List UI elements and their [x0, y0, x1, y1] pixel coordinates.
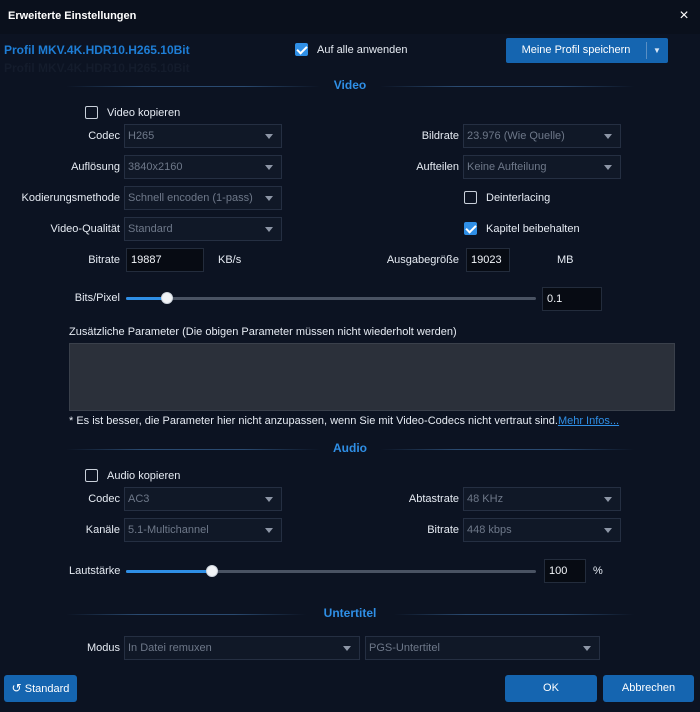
audio-copy-label: Audio kopieren: [107, 470, 181, 482]
output-size-unit: MB: [557, 254, 574, 266]
bits-pixel-slider-track[interactable]: [126, 297, 536, 300]
bits-pixel-slider-handle[interactable]: [161, 292, 173, 304]
subtitle-mode-value: In Datei remuxen: [128, 642, 212, 654]
dropdown-arrow-icon: [583, 646, 591, 651]
volume-label: Lautstärke: [69, 565, 121, 577]
volume-input[interactable]: 100: [544, 559, 586, 583]
video-section-title: Video: [333, 78, 367, 92]
audio-bitrate-label: Bitrate: [427, 524, 459, 536]
resolution-value: 3840x2160: [128, 161, 183, 173]
extra-params-textarea[interactable]: [69, 343, 675, 411]
bits-pixel-input[interactable]: 0.1: [542, 287, 602, 311]
reset-icon: ↺: [11, 681, 22, 695]
video-bitrate-label: Bitrate: [88, 254, 120, 266]
output-size-input[interactable]: 19023: [466, 248, 510, 272]
info-note: * Es ist besser, die Parameter hier nich…: [69, 415, 619, 427]
video-bitrate-unit: KB/s: [218, 254, 242, 266]
section-divider-left: [66, 449, 320, 450]
bits-pixel-label: Bits/Pixel: [74, 292, 120, 304]
volume-slider-handle[interactable]: [206, 565, 219, 577]
dropdown-arrow-icon: [604, 497, 612, 502]
subtitle-mode-select[interactable]: In Datei remuxen: [124, 636, 360, 660]
video-codec-value: H265: [128, 130, 155, 142]
dropdown-arrow-icon: [343, 646, 351, 651]
standard-button-label: Standard: [24, 683, 70, 695]
audio-section-title: Audio: [333, 441, 367, 455]
keep-chapters-label: Kapitel beibehalten: [486, 223, 580, 235]
framerate-select[interactable]: 23.976 (Wie Quelle): [463, 124, 621, 148]
section-divider-left: [66, 86, 320, 87]
subtitle-mode-label: Modus: [86, 642, 120, 654]
audio-bitrate-select[interactable]: 448 kbps: [463, 518, 621, 542]
encoding-method-value: Schnell encoden (1-pass): [128, 192, 253, 204]
audio-codec-value: AC3: [128, 493, 150, 505]
section-divider-right: [380, 449, 634, 450]
section-divider-right: [394, 614, 634, 615]
info-note-text: * Es ist besser, die Parameter hier nich…: [69, 415, 558, 427]
audio-codec-select[interactable]: AC3: [124, 487, 282, 511]
close-icon[interactable]: ×: [674, 6, 694, 26]
split-select[interactable]: Keine Aufteilung: [463, 155, 621, 179]
volume-unit: %: [593, 565, 603, 577]
extra-params-label: Zusätzliche Parameter (Die obigen Parame…: [69, 326, 457, 338]
samplerate-label: Abtastrate: [408, 493, 459, 505]
channels-select[interactable]: 5.1-Multichannel: [124, 518, 282, 542]
volume-slider-fill: [126, 570, 213, 573]
video-copy-checkbox[interactable]: [85, 106, 98, 119]
video-codec-select[interactable]: H265: [124, 124, 282, 148]
resolution-select[interactable]: 3840x2160: [124, 155, 282, 179]
ok-button[interactable]: OK: [505, 675, 597, 702]
resolution-label: Auflösung: [71, 161, 120, 173]
dropdown-arrow-icon: [604, 134, 612, 139]
section-divider-right: [380, 86, 634, 87]
video-quality-value: Standard: [128, 223, 173, 235]
framerate-value: 23.976 (Wie Quelle): [467, 130, 565, 142]
save-profile-label: Meine Profil speichern: [521, 44, 631, 56]
deinterlacing-label: Deinterlacing: [486, 192, 551, 204]
video-codec-label: Codec: [88, 130, 120, 142]
dropdown-arrow-icon: [265, 528, 273, 533]
dropdown-arrow-icon: [265, 196, 273, 201]
encoding-method-select[interactable]: Schnell encoden (1-pass): [124, 186, 282, 210]
framerate-label: Bildrate: [421, 130, 459, 142]
apply-all-label: Auf alle anwenden: [317, 44, 408, 56]
dropdown-arrow-icon: [265, 165, 273, 170]
subtitle-type-select[interactable]: PGS-Untertitel: [365, 636, 600, 660]
window-title: Erweiterte Einstellungen: [8, 10, 137, 22]
video-copy-label: Video kopieren: [107, 107, 181, 119]
keep-chapters-checkbox[interactable]: [464, 222, 477, 235]
profile-name: Profil MKV.4K.HDR10.H265.10Bit: [4, 43, 190, 57]
samplerate-select[interactable]: 48 KHz: [463, 487, 621, 511]
audio-copy-checkbox[interactable]: [85, 469, 98, 482]
split-label: Aufteilen: [416, 161, 459, 173]
dropdown-arrow-icon: [604, 165, 612, 170]
cancel-button[interactable]: Abbrechen: [603, 675, 694, 702]
section-divider-left: [66, 614, 306, 615]
audio-bitrate-value: 448 kbps: [467, 524, 512, 536]
deinterlacing-checkbox[interactable]: [464, 191, 477, 204]
subtitle-type-value: PGS-Untertitel: [369, 642, 440, 654]
samplerate-value: 48 KHz: [467, 493, 504, 505]
video-bitrate-input[interactable]: 19887: [126, 248, 204, 272]
video-quality-label: Video-Qualität: [50, 223, 120, 235]
standard-button[interactable]: ↺ Standard: [4, 675, 77, 702]
encoding-method-label: Kodierungsmethode: [21, 192, 120, 204]
channels-label: Kanäle: [85, 524, 120, 536]
subtitle-section-title: Untertitel: [323, 606, 377, 620]
chevron-down-icon[interactable]: ▼: [646, 38, 668, 63]
dropdown-arrow-icon: [265, 227, 273, 232]
save-profile-button[interactable]: Meine Profil speichern ▼: [506, 38, 668, 63]
dropdown-arrow-icon: [265, 497, 273, 502]
dropdown-arrow-icon: [604, 528, 612, 533]
dropdown-arrow-icon: [265, 134, 273, 139]
output-size-label: Ausgabegröße: [386, 254, 459, 266]
apply-all-checkbox[interactable]: [295, 43, 308, 56]
profile-name-shadow: Profil MKV.4K.HDR10.H265.10Bit: [4, 61, 190, 75]
more-info-link[interactable]: Mehr Infos...: [558, 415, 619, 427]
split-value: Keine Aufteilung: [467, 161, 547, 173]
audio-codec-label: Codec: [88, 493, 120, 505]
channels-value: 5.1-Multichannel: [128, 524, 209, 536]
video-quality-select[interactable]: Standard: [124, 217, 282, 241]
